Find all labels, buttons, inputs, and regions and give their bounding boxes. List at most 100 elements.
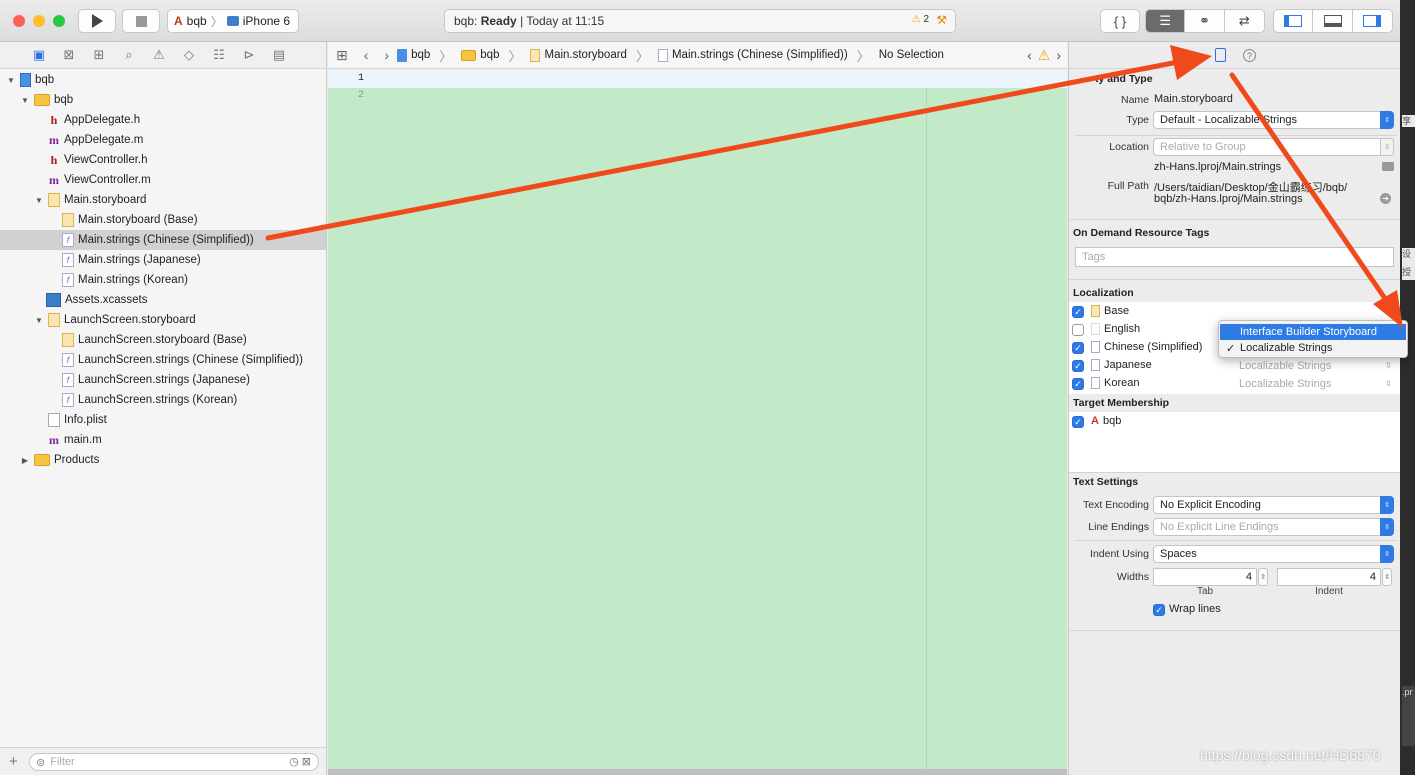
tab-width-field[interactable]: 4	[1153, 568, 1257, 586]
breadcrumb-item[interactable]: Main.storyboard	[544, 49, 626, 61]
find-icon[interactable]: ⌕	[120, 47, 138, 63]
line-number: 2	[357, 90, 364, 101]
objc-file-icon: m	[49, 132, 59, 147]
related-items-icon[interactable]: ⊞	[328, 47, 356, 64]
device-name: iPhone 6	[242, 14, 291, 28]
tree-item[interactable]: h AppDelegate.h	[0, 110, 326, 130]
disclosure-open-icon[interactable]: ▼	[34, 316, 44, 325]
checkbox-checked[interactable]: ✓	[1072, 342, 1084, 354]
close-window-button[interactable]	[13, 15, 25, 27]
menu-item-storyboard[interactable]: Interface Builder Storyboard	[1220, 324, 1406, 340]
breakpoint-icon[interactable]: ⊳	[240, 47, 258, 63]
tree-item[interactable]: m AppDelegate.m	[0, 130, 326, 150]
symbol-icon[interactable]: ⊞	[90, 47, 108, 63]
tree-item[interactable]: f Main.strings (Korean)	[0, 270, 326, 290]
localization-type[interactable]: Localizable Strings	[1239, 360, 1331, 372]
indent-using-popup[interactable]: Spaces ⇳	[1153, 545, 1394, 563]
toggle-debug-button[interactable]	[1313, 10, 1353, 32]
arrows-icon: ⇄	[1238, 13, 1250, 28]
recent-files-icon[interactable]: ◷⊠	[289, 755, 314, 768]
stop-button[interactable]	[122, 9, 160, 33]
tree-item[interactable]: f LaunchScreen.strings (Korean)	[0, 390, 326, 410]
checkbox-checked[interactable]: ✓	[1072, 360, 1084, 372]
issue-icon[interactable]: ⚠	[150, 47, 168, 63]
version-editor-button[interactable]: ⇄	[1225, 10, 1264, 32]
membership-section-title: Target Membership	[1073, 397, 1170, 409]
tree-item[interactable]: f Main.strings (Japanese)	[0, 250, 326, 270]
tree-item[interactable]: ▼ LaunchScreen.storyboard	[0, 310, 326, 330]
location-popup[interactable]: Relative to Group ⇳	[1153, 138, 1394, 156]
tree-item[interactable]: LaunchScreen.storyboard (Base)	[0, 330, 326, 350]
toggle-inspector-button[interactable]	[1353, 10, 1392, 32]
tree-item[interactable]: ▼ bqb	[0, 90, 326, 110]
help-icon[interactable]: ?	[1243, 49, 1256, 62]
tree-item[interactable]: h ViewController.h	[0, 150, 326, 170]
breadcrumb[interactable]: bqb 〉 bqb 〉 Main.storyboard 〉 Main.strin…	[397, 46, 944, 65]
breadcrumb-item[interactable]: bqb	[480, 49, 499, 61]
source-control-icon[interactable]: ⊠	[60, 47, 78, 63]
source-editor[interactable]: 1 2	[328, 70, 1067, 775]
disclosure-closed-icon[interactable]: ▶	[20, 456, 30, 465]
tree-item[interactable]: ▶ Products	[0, 450, 326, 470]
reveal-in-finder-icon[interactable]: ➔	[1380, 193, 1391, 204]
checkbox-checked[interactable]: ✓	[1072, 306, 1084, 318]
checkbox-unchecked[interactable]	[1072, 324, 1084, 336]
tree-item-selected[interactable]: f Main.strings (Chinese (Simplified))	[0, 230, 326, 250]
updown-icon: ⇳	[1380, 496, 1394, 514]
checkbox-checked[interactable]: ✓	[1072, 378, 1084, 390]
zoom-window-button[interactable]	[53, 15, 65, 27]
line-endings-popup[interactable]: No Explicit Line Endings ⇳	[1153, 518, 1394, 536]
localization-type[interactable]: Localizable Strings	[1239, 378, 1331, 390]
encoding-popup[interactable]: No Explicit Encoding ⇳	[1153, 496, 1394, 514]
localization-row: Japanese	[1091, 359, 1152, 371]
file-inspector-icon[interactable]	[1215, 48, 1226, 62]
forward-icon[interactable]: ›	[376, 47, 397, 63]
tree-item[interactable]: f LaunchScreen.strings (Chinese (Simplifi…	[0, 350, 326, 370]
tree-item[interactable]: m ViewController.m	[0, 170, 326, 190]
localization-name: Japanese	[1104, 359, 1152, 371]
run-button[interactable]	[78, 9, 116, 33]
assistant-editor-button[interactable]: ⚭	[1185, 10, 1225, 32]
toggle-navigator-button[interactable]	[1274, 10, 1314, 32]
tags-field[interactable]: Tags	[1075, 247, 1394, 267]
folder-icon[interactable]: ▣	[30, 47, 48, 63]
filter-field[interactable]: ⊜ Filter ◷⊠	[29, 753, 319, 771]
standard-editor-button[interactable]: ☰	[1146, 10, 1186, 32]
tree-item[interactable]: ▼ bqb	[0, 70, 326, 90]
breadcrumb-item[interactable]: Main.strings (Chinese (Simplified))	[672, 49, 848, 61]
next-issue-icon[interactable]: ›	[1056, 47, 1061, 63]
scheme-selector[interactable]: A bqb 〉 iPhone 6	[167, 9, 299, 33]
breadcrumb-item[interactable]: bqb	[411, 49, 430, 61]
disclosure-open-icon[interactable]: ▼	[34, 196, 44, 205]
tree-item-label: Main.strings (Chinese (Simplified))	[78, 234, 254, 246]
tree-item[interactable]: Main.storyboard (Base)	[0, 210, 326, 230]
previous-issue-icon[interactable]: ‹	[1027, 47, 1032, 63]
disclosure-open-icon[interactable]: ▼	[20, 96, 30, 105]
test-icon[interactable]: ◇	[180, 47, 198, 63]
tree-item[interactable]: ▼ Main.storyboard	[0, 190, 326, 210]
tree-item[interactable]: Assets.xcassets	[0, 290, 326, 310]
debug-icon[interactable]: ☷	[210, 47, 228, 63]
status-state: Ready	[480, 14, 517, 28]
wrap-lines-checkbox[interactable]: ✓	[1153, 604, 1165, 616]
menu-item-strings[interactable]: ✓ Localizable Strings	[1220, 340, 1406, 356]
add-icon[interactable]: +	[9, 753, 18, 770]
report-icon[interactable]: ▤	[270, 47, 288, 63]
tree-item[interactable]: f LaunchScreen.strings (Japanese)	[0, 370, 326, 390]
type-popup[interactable]: Default - Localizable Strings ⇳	[1153, 111, 1394, 129]
breadcrumb-item[interactable]: No Selection	[879, 49, 944, 61]
back-icon[interactable]: ‹	[356, 47, 377, 63]
warning-icon[interactable]: ⚠	[1038, 47, 1051, 64]
library-button[interactable]: { }	[1100, 9, 1140, 33]
indent-width-stepper[interactable]: ⇳	[1382, 568, 1392, 586]
chevron-right-icon: 〉	[439, 48, 453, 64]
tab-width-stepper[interactable]: ⇳	[1258, 568, 1268, 586]
tree-item[interactable]: m main.m	[0, 430, 326, 450]
tree-item[interactable]: Info.plist	[0, 410, 326, 430]
warning-indicator[interactable]: ⚠ 2	[912, 14, 929, 25]
folder-icon[interactable]	[1382, 162, 1394, 171]
disclosure-open-icon[interactable]: ▼	[6, 76, 16, 85]
indent-width-field[interactable]: 4	[1277, 568, 1381, 586]
checkbox-checked[interactable]: ✓	[1072, 416, 1084, 428]
minimize-window-button[interactable]	[33, 15, 45, 27]
